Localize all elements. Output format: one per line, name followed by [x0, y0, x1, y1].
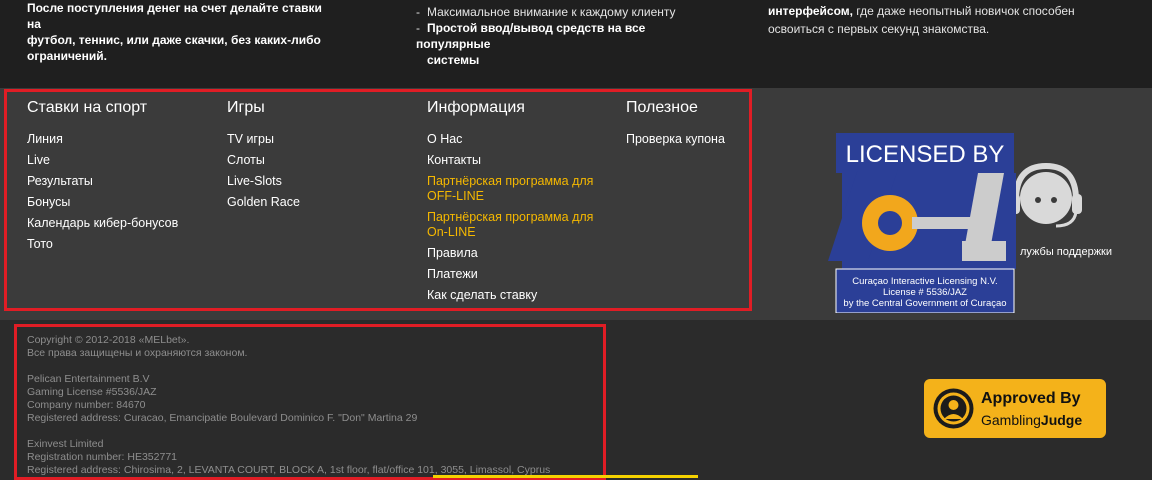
support-label[interactable]: лужбы поддержки [1020, 246, 1112, 258]
nav-link-toto[interactable]: Тото [27, 237, 217, 252]
nav-link-golden-race[interactable]: Golden Race [227, 195, 417, 210]
feature-text-line: системы [427, 53, 480, 67]
feature-bold-text: интерфейсом, [768, 4, 853, 18]
curacao-license-badge[interactable]: LICENSED BY Curaçao Interactive Licensin… [828, 133, 1020, 314]
license-line3: by the Central Government of Curaçao [843, 298, 1006, 309]
gambling-judge-badge[interactable]: Approved By GamblingJudge [924, 379, 1106, 438]
copyright-panel: Copyright © 2012-2018 «MELbet». Все прав… [14, 324, 606, 480]
nav-column-sports: Ставки на спорт Линия Live Результаты Бо… [27, 98, 217, 258]
nav-heading-info: Информация [427, 99, 525, 116]
company-name: Exinvest Limited [27, 438, 104, 450]
dash-bullet: - [416, 21, 420, 35]
license-line1: Curaçao Interactive Licensing N.V. [852, 276, 997, 287]
nav-link-partner-online[interactable]: Партнёрская программа для On-LINE [427, 210, 607, 240]
nav-link-live-slots[interactable]: Live-Slots [227, 174, 417, 189]
nav-link-how-to-bet[interactable]: Как сделать ставку [427, 288, 617, 303]
license-title: LICENSED BY [846, 141, 1005, 168]
nav-link-slots[interactable]: Слоты [227, 153, 417, 168]
nav-link-rules[interactable]: Правила [427, 246, 617, 261]
gambling-judge-seal-icon [933, 388, 974, 429]
wordmark-part: Judge [1040, 412, 1083, 428]
nav-heading-useful: Полезное [626, 99, 698, 116]
feature-text-line: футбол, теннис, или даже скачки, без как… [27, 33, 321, 47]
nav-link-line[interactable]: Линия [27, 132, 217, 147]
top-feature-interface: интерфейсом, где даже неопытный новичок … [768, 0, 1108, 37]
nav-link-contacts[interactable]: Контакты [427, 153, 617, 168]
dash-bullet: - [416, 5, 420, 19]
feature-text-line: Простой ввод/вывод средств на все популя… [416, 21, 646, 51]
wordmark-part: Gambling [981, 412, 1041, 428]
top-feature-betting: После поступления денег на счет делайте … [27, 0, 327, 64]
approved-by-label: Approved By [981, 390, 1081, 407]
feature-text-line: освоиться с первых секунд знакомства. [768, 22, 990, 36]
nav-heading-sports: Ставки на спорт [27, 99, 148, 116]
nav-link-tv-games[interactable]: TV игры [227, 132, 417, 147]
nav-link-partner-offline[interactable]: Партнёрская программа для OFF-LINE [427, 174, 607, 204]
nav-link-live[interactable]: Live [27, 153, 217, 168]
nav-link-about[interactable]: О Нас [427, 132, 617, 147]
nav-column-games: Игры TV игры Слоты Live-Slots Golden Rac… [227, 98, 417, 216]
nav-column-info: Информация О Нас Контакты Партнёрская пр… [427, 98, 617, 309]
nav-column-useful: Полезное Проверка купона [626, 98, 816, 153]
company-registration: Registration number: HE352771 [27, 451, 178, 463]
feature-text-line: ограничений. [27, 49, 107, 63]
license-line2: License # 5536/JAZ [883, 287, 967, 298]
gambling-judge-wordmark: GamblingJudge [981, 412, 1082, 428]
curacao-license-logo: LICENSED BY Curaçao Interactive Licensin… [828, 133, 1016, 314]
copyright-line: Copyright © 2012-2018 «MELbet». [27, 334, 190, 346]
copyright-line: Все права защищены и охраняются законом. [27, 347, 248, 359]
nav-link-cyber-calendar[interactable]: Календарь кибер-бонусов [27, 216, 217, 231]
nav-link-results[interactable]: Результаты [27, 174, 217, 189]
company-address: Registered address: Curacao, Emancipatie… [27, 412, 418, 424]
company-number: Company number: 84670 [27, 399, 146, 411]
company-license: Gaming License #5536/JAZ [27, 386, 157, 398]
feature-text-line: После поступления денег на счет делайте … [27, 1, 322, 31]
feature-text-line: Максимальное внимание к каждому клиенту [427, 5, 676, 19]
nav-link-bonuses[interactable]: Бонусы [27, 195, 217, 210]
footer-nav-panel: Ставки на спорт Линия Live Результаты Бо… [4, 89, 752, 311]
nav-link-payments[interactable]: Платежи [427, 267, 617, 282]
nav-link-check-coupon[interactable]: Проверка купона [626, 132, 816, 147]
company-name: Pelican Entertainment B.V [27, 373, 150, 385]
nav-heading-games: Игры [227, 99, 265, 116]
top-feature-service: - Максимальное внимание к каждому клиенту… [416, 0, 716, 68]
feature-text-line: где даже неопытный новичок способен [852, 4, 1075, 18]
